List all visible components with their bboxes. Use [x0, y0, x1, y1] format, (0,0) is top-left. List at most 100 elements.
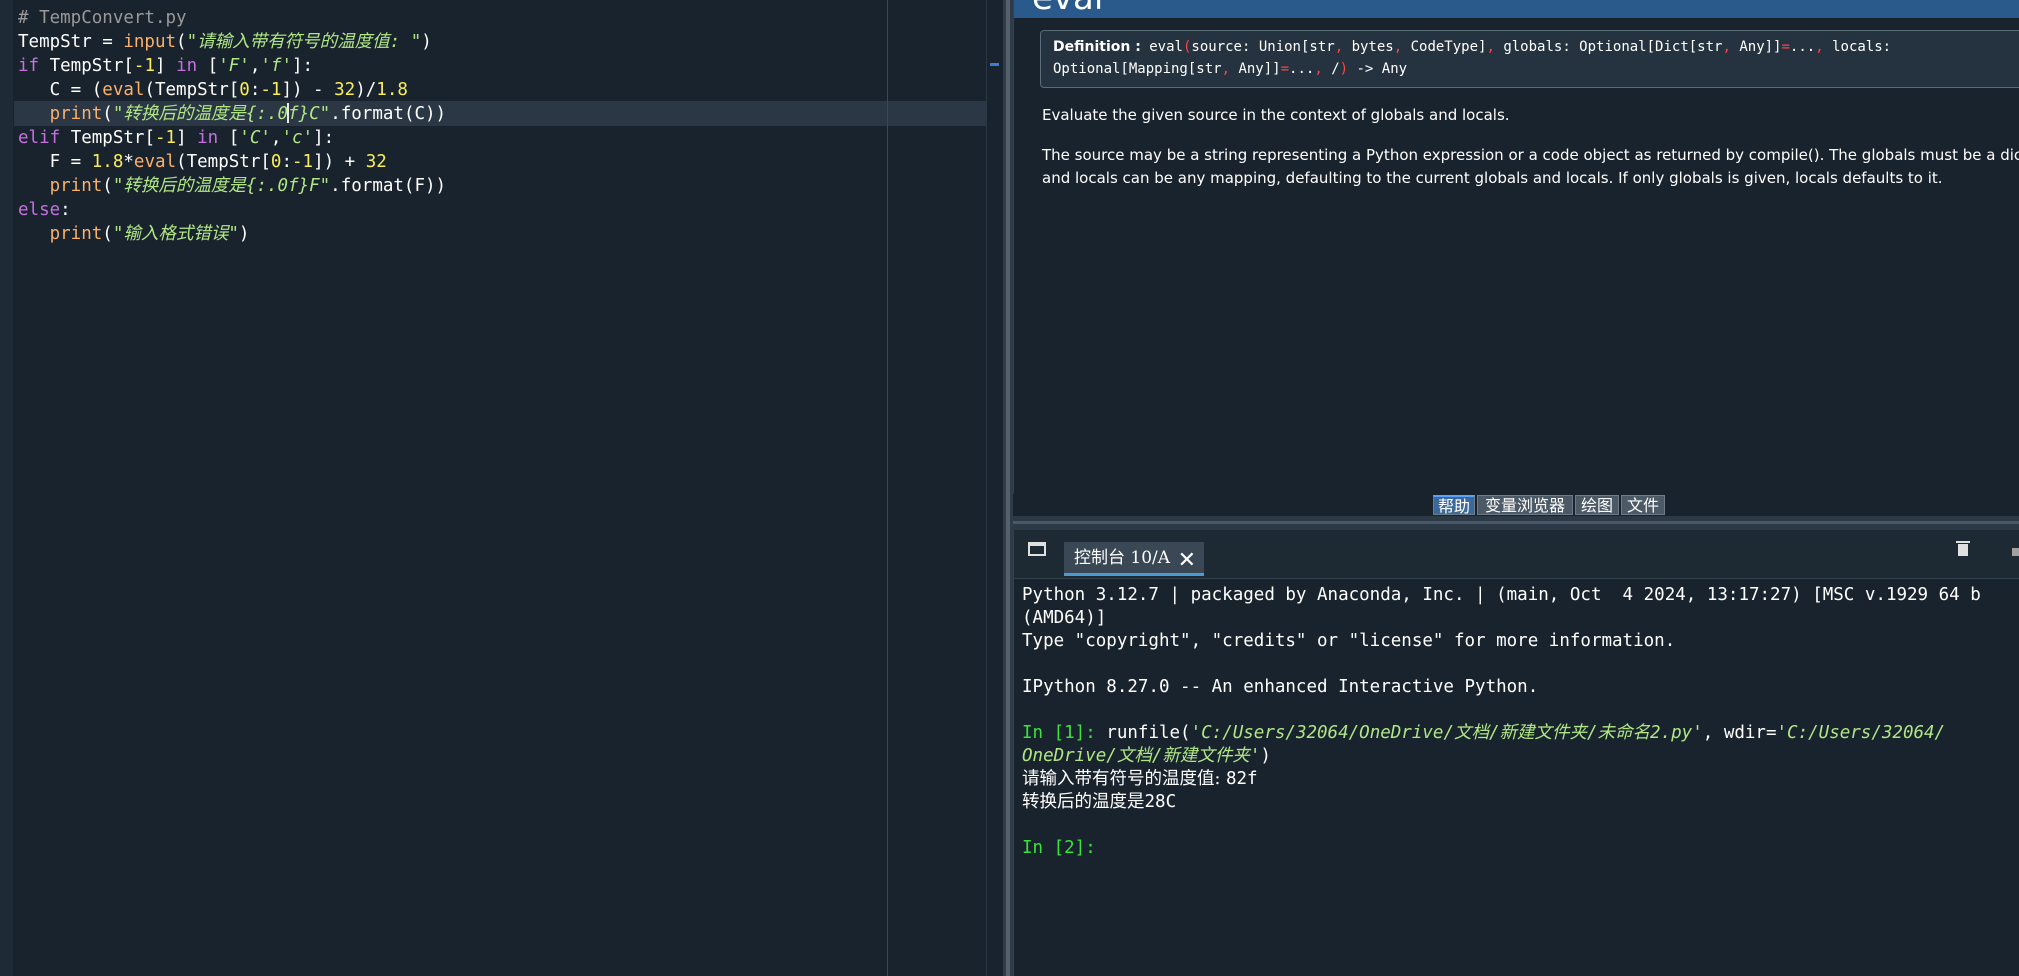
token: 0 — [239, 80, 250, 100]
help-body-line-2: and locals can be any mapping, defaultin… — [1042, 169, 1943, 187]
token: print — [49, 176, 103, 196]
token: "转换后的温度是{:.0f}F" — [112, 176, 331, 196]
console-tab[interactable]: 控制台 10/A ✕ — [1064, 542, 1204, 576]
token: (TempStr[ — [144, 80, 240, 100]
token: TempStr[ — [60, 128, 155, 148]
definition-signature-2: Optional[Mapping[str, Any]]=..., /) -> A… — [1053, 61, 1407, 77]
token: * — [123, 152, 134, 172]
token: IPython 8.27.0 -- An enhanced Interactiv… — [1022, 677, 1539, 697]
token: CodeType] — [1402, 39, 1487, 55]
token: = — [1781, 39, 1790, 55]
trash-icon[interactable] — [1956, 541, 1970, 556]
code-line[interactable]: print("转换后的温度是{:.0f}F".format(F)) — [18, 174, 446, 198]
definition-signature-1: eval(source: Union[str, bytes, CodeType]… — [1149, 39, 1891, 55]
token: if — [18, 56, 40, 76]
token: eval — [1149, 39, 1183, 55]
code-line[interactable]: elif TempStr[-1] in ['C','c']: — [18, 126, 446, 150]
token: 1.8 — [376, 80, 408, 100]
token: , — [1334, 39, 1344, 55]
token: ( — [102, 224, 113, 244]
token: Any]] — [1230, 61, 1281, 77]
token: -1 — [133, 56, 155, 76]
token: (TempStr[ — [176, 152, 271, 172]
token: 1.8 — [91, 152, 124, 172]
token: 32 — [365, 152, 387, 172]
editor-scrollbar[interactable] — [986, 0, 1003, 976]
token: 82f — [1225, 769, 1258, 789]
token: , — [1722, 39, 1731, 55]
console-output[interactable]: Python 3.12.7 | packaged by Anaconda, In… — [1022, 584, 1981, 860]
code-line[interactable]: TempStr = input("请输入带有符号的温度值: ") — [18, 30, 446, 54]
code-line[interactable]: # TempConvert.py — [18, 6, 446, 30]
code-line[interactable]: else: — [18, 198, 446, 222]
token: , — [249, 56, 261, 76]
token: ] — [154, 56, 177, 76]
token: TempStr[ — [39, 56, 134, 76]
tab-variable-explorer[interactable]: 变量浏览器 — [1477, 495, 1573, 515]
stop-icon[interactable] — [2012, 548, 2019, 556]
token: 0 — [270, 152, 282, 172]
token: 32 — [334, 80, 356, 100]
token: print — [49, 224, 103, 244]
token: -1 — [154, 128, 177, 148]
token: eval — [102, 80, 145, 100]
horizontal-splitter-handle[interactable] — [1013, 521, 2019, 524]
token: elif — [18, 128, 61, 148]
console-tab-bar: 控制台 10/A ✕ — [1014, 530, 2019, 579]
token: F = — [18, 152, 92, 172]
tab-plots[interactable]: 绘图 — [1575, 495, 1619, 515]
tab-help[interactable]: 帮助 — [1433, 495, 1475, 516]
token: 转换后的温度是 — [1022, 792, 1145, 812]
help-pane: eval Definition : eval(source: Union[str… — [1013, 0, 2019, 494]
token: locals: — [1823, 39, 1892, 55]
console-line: IPython 8.27.0 -- An enhanced Interactiv… — [1022, 676, 1981, 699]
token: 'f' — [260, 56, 292, 76]
token: C = ( — [18, 80, 103, 100]
token: [ — [218, 128, 240, 148]
token: ) — [421, 32, 432, 52]
token: -1 — [260, 80, 282, 100]
new-window-icon[interactable] — [1028, 542, 1046, 556]
token: ) — [1260, 746, 1271, 766]
token: ( — [102, 176, 113, 196]
ipython-console[interactable]: 控制台 10/A ✕ Python 3.12.7 | packaged by A… — [1013, 530, 2019, 976]
help-summary: Evaluate the given source in the context… — [1042, 106, 1510, 124]
token: in — [176, 56, 198, 76]
code-line[interactable]: print("输入格式错误") — [18, 222, 446, 246]
token: In [1]: — [1022, 723, 1107, 743]
close-icon[interactable]: ✕ — [1178, 544, 1196, 577]
token: .format(C)) — [330, 104, 447, 124]
token: print — [49, 104, 103, 124]
code-lines[interactable]: # TempConvert.py TempStr = input("请输入带有符号… — [18, 6, 446, 246]
token: 'C:/Users/32064/OneDrive/文档/新建文件夹/未命名2.p… — [1190, 723, 1703, 743]
token: runfile( — [1106, 723, 1191, 743]
code-line[interactable]: F = 1.8*eval(TempStr[0:-1]) + 32 — [18, 150, 446, 174]
code-editor[interactable]: # TempConvert.py TempStr = input("请输入带有符号… — [0, 0, 1003, 976]
token: 'C:/Users/32064/ — [1776, 723, 1946, 743]
token: ) — [238, 224, 250, 244]
token: Python 3.12.7 | packaged by Anaconda, In… — [1022, 585, 1981, 605]
token: : — [281, 152, 292, 172]
pane-splitter-handle[interactable] — [1006, 0, 1010, 976]
token: ]: — [291, 56, 314, 76]
console-line: (AMD64)] — [1022, 607, 1981, 630]
token: ]) - — [281, 80, 335, 100]
token: , — [1393, 39, 1403, 55]
token: "输入格式错误" — [112, 224, 239, 244]
code-line[interactable]: print("转换后的温度是{:.0f}C".format(C)) — [18, 102, 446, 126]
token: -1 — [292, 152, 314, 172]
token: [ — [197, 56, 219, 76]
help-body-line-1: The source may be a string representing … — [1042, 146, 2019, 164]
code-line[interactable]: C = (eval(TempStr[0:-1]) - 32)/1.8 — [18, 78, 446, 102]
token: f}C" — [288, 104, 331, 124]
token: 'c' — [281, 128, 314, 148]
token: , — [270, 128, 282, 148]
code-line[interactable]: if TempStr[-1] in ['F','f']: — [18, 54, 446, 78]
token: ... — [1289, 61, 1315, 77]
console-line: 请输入带有符号的温度值: 82f — [1022, 768, 1981, 791]
token: Optional[Mapping[str — [1053, 61, 1222, 77]
token: -> Any — [1348, 61, 1408, 77]
tab-files[interactable]: 文件 — [1621, 495, 1665, 515]
